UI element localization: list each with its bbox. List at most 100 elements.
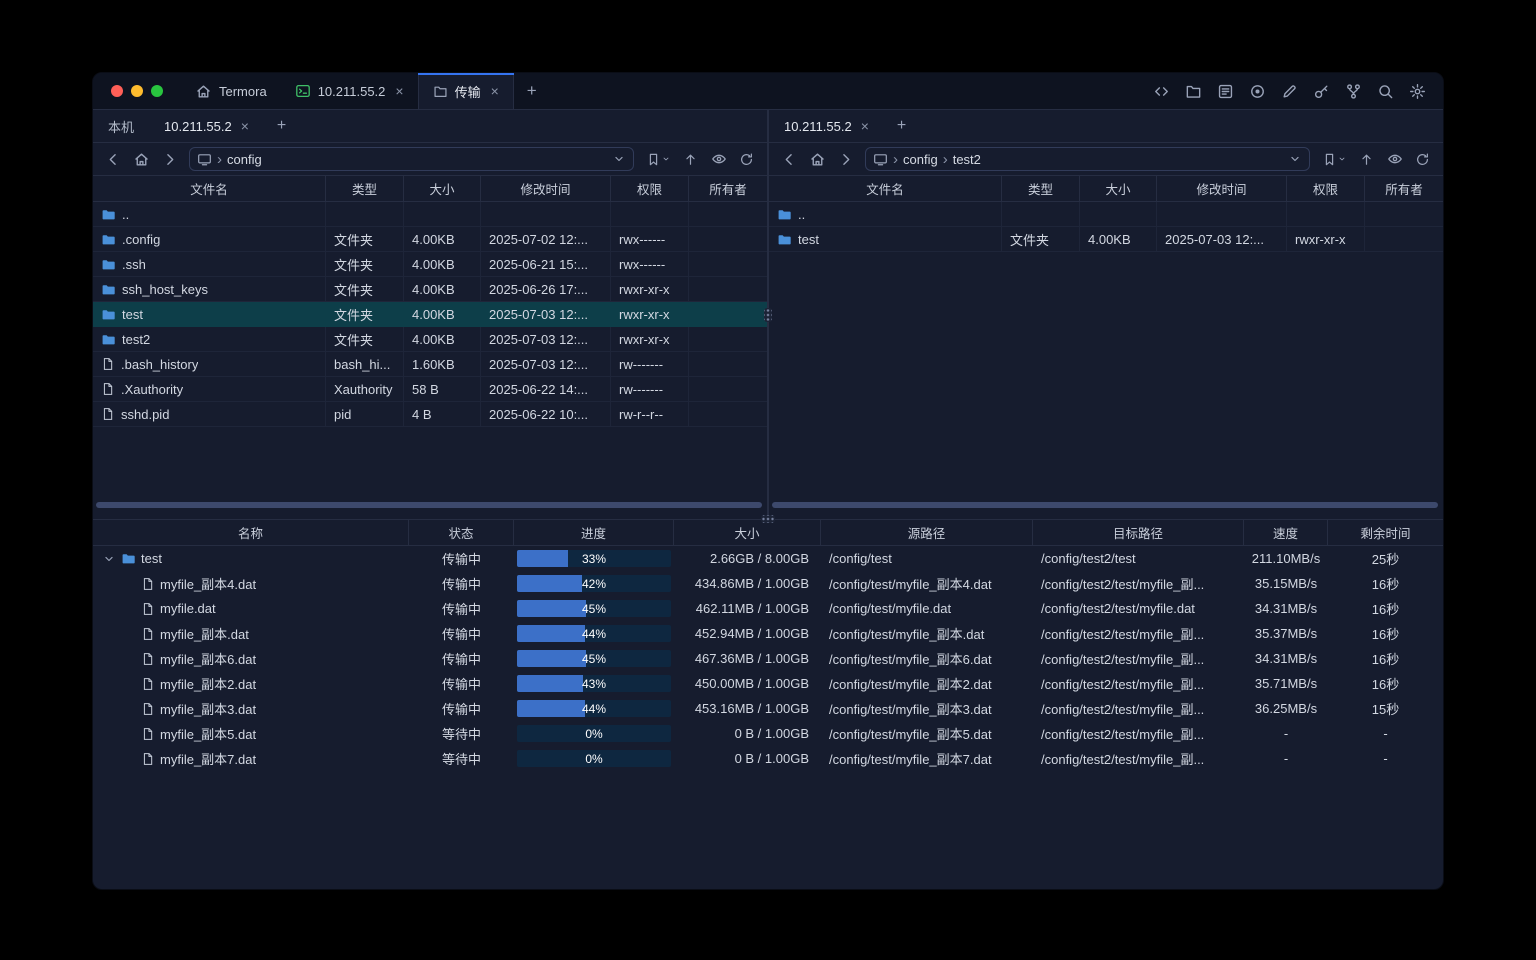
- transfer-row[interactable]: test传输中33%2.66GB / 8.00GB/config/test/co…: [93, 546, 1443, 571]
- close-tab-icon[interactable]: ×: [861, 119, 869, 133]
- column-header[interactable]: 大小: [404, 176, 481, 201]
- file-row[interactable]: test文件夹4.00KB2025-07-03 12:...rwxr-xr-x: [93, 302, 767, 327]
- file-row[interactable]: .bash_historybash_hi...1.60KB2025-07-03 …: [93, 352, 767, 377]
- column-header[interactable]: 进度: [514, 520, 674, 545]
- file-size: 4.00KB: [1080, 227, 1157, 252]
- code-icon[interactable]: [1150, 80, 1173, 103]
- splitter-grip-icon[interactable]: [764, 308, 772, 322]
- crumb-segment[interactable]: config: [227, 152, 262, 167]
- file-row[interactable]: sshd.pidpid4 B2025-06-22 10:...rw-r--r--: [93, 402, 767, 427]
- minimize-window-button[interactable]: [131, 85, 143, 97]
- refresh-icon[interactable]: [735, 148, 758, 171]
- forward-icon[interactable]: [834, 148, 857, 171]
- back-icon[interactable]: [102, 148, 125, 171]
- record-icon[interactable]: [1246, 80, 1269, 103]
- chevron-down-icon[interactable]: [101, 552, 116, 566]
- close-tab-icon[interactable]: ×: [395, 84, 403, 98]
- column-header[interactable]: 源路径: [821, 520, 1033, 545]
- show-hidden-icon[interactable]: [1383, 148, 1406, 171]
- transfer-row[interactable]: myfile_副本7.dat等待中0%0 B / 1.00GB/config/t…: [93, 746, 1443, 771]
- crumb-segment[interactable]: test2: [953, 152, 981, 167]
- column-header[interactable]: 大小: [1080, 176, 1157, 201]
- column-header[interactable]: 权限: [1287, 176, 1365, 201]
- file-row[interactable]: .config文件夹4.00KB2025-07-02 12:...rwx----…: [93, 227, 767, 252]
- home-icon[interactable]: [130, 148, 153, 171]
- file-size: 58 B: [404, 377, 481, 402]
- column-header[interactable]: 所有者: [1365, 176, 1443, 201]
- upload-icon[interactable]: [679, 148, 702, 171]
- window-tab-Termora[interactable]: Termora: [181, 73, 281, 109]
- column-header[interactable]: 文件名: [769, 176, 1002, 201]
- transfer-target: /config/test2/test/myfile_副...: [1033, 671, 1244, 696]
- file-type: 文件夹: [326, 302, 404, 327]
- bookmark-button[interactable]: [1318, 148, 1350, 171]
- upload-icon[interactable]: [1355, 148, 1378, 171]
- path-breadcrumb[interactable]: ›config›test2: [865, 147, 1310, 171]
- search-icon[interactable]: [1374, 80, 1397, 103]
- panel-tab-10.211.55.2[interactable]: 10.211.55.2×: [769, 110, 884, 142]
- show-hidden-icon[interactable]: [707, 148, 730, 171]
- branch-icon[interactable]: [1342, 80, 1365, 103]
- window-tab-10.211.55.2[interactable]: 10.211.55.2×: [281, 73, 418, 109]
- window-tab-传输[interactable]: 传输×: [418, 73, 514, 109]
- column-header[interactable]: 名称: [93, 520, 409, 545]
- file-row[interactable]: ..: [93, 202, 767, 227]
- transfer-eta: 16秒: [1328, 671, 1443, 696]
- file-row[interactable]: test文件夹4.00KB2025-07-03 12:...rwxr-xr-x: [769, 227, 1443, 252]
- key-icon[interactable]: [1310, 80, 1333, 103]
- column-header[interactable]: 剩余时间: [1328, 520, 1443, 545]
- new-tab-button[interactable]: +: [514, 73, 550, 109]
- file-icon: [141, 677, 155, 691]
- bookmark-button[interactable]: [642, 148, 674, 171]
- transfer-row[interactable]: myfile_副本4.dat传输中42%434.86MB / 1.00GB/co…: [93, 571, 1443, 596]
- transfer-size: 462.11MB / 1.00GB: [674, 596, 821, 621]
- settings-icon[interactable]: [1406, 80, 1429, 103]
- forward-icon[interactable]: [158, 148, 181, 171]
- column-header[interactable]: 修改时间: [1157, 176, 1287, 201]
- refresh-icon[interactable]: [1411, 148, 1434, 171]
- home-icon[interactable]: [806, 148, 829, 171]
- log-icon[interactable]: [1214, 80, 1237, 103]
- column-header[interactable]: 文件名: [93, 176, 326, 201]
- column-header[interactable]: 权限: [611, 176, 689, 201]
- file-row[interactable]: ssh_host_keys文件夹4.00KB2025-06-26 17:...r…: [93, 277, 767, 302]
- close-window-button[interactable]: [111, 85, 123, 97]
- transfer-row[interactable]: myfile_副本2.dat传输中43%450.00MB / 1.00GB/co…: [93, 671, 1443, 696]
- transfer-row[interactable]: myfile.dat传输中45%462.11MB / 1.00GB/config…: [93, 596, 1443, 621]
- chevron-down-icon[interactable]: [612, 152, 626, 166]
- back-icon[interactable]: [778, 148, 801, 171]
- panel-tab-本机[interactable]: 本机: [93, 110, 149, 142]
- column-header[interactable]: 类型: [1002, 176, 1080, 201]
- splitter-grip-icon[interactable]: [761, 515, 775, 523]
- new-tab-button[interactable]: +: [884, 110, 919, 142]
- file-icon: [101, 357, 115, 371]
- panel-tab-10.211.55.2[interactable]: 10.211.55.2×: [149, 110, 264, 142]
- zoom-window-button[interactable]: [151, 85, 163, 97]
- close-tab-icon[interactable]: ×: [241, 119, 249, 133]
- transfer-source: /config/test/myfile_副本2.dat: [821, 671, 1033, 696]
- column-header[interactable]: 大小: [674, 520, 821, 545]
- column-header[interactable]: 状态: [409, 520, 514, 545]
- column-header[interactable]: 修改时间: [481, 176, 611, 201]
- new-tab-button[interactable]: +: [264, 110, 299, 142]
- file-row[interactable]: .ssh文件夹4.00KB2025-06-21 15:...rwx------: [93, 252, 767, 277]
- close-tab-icon[interactable]: ×: [491, 84, 499, 98]
- edit-icon[interactable]: [1278, 80, 1301, 103]
- column-header[interactable]: 目标路径: [1033, 520, 1244, 545]
- file-row[interactable]: ..: [769, 202, 1443, 227]
- horizontal-scrollbar[interactable]: [772, 502, 1438, 508]
- file-row[interactable]: .XauthorityXauthority58 B2025-06-22 14:.…: [93, 377, 767, 402]
- folder-icon[interactable]: [1182, 80, 1205, 103]
- column-header[interactable]: 类型: [326, 176, 404, 201]
- transfer-row[interactable]: myfile_副本5.dat等待中0%0 B / 1.00GB/config/t…: [93, 721, 1443, 746]
- path-breadcrumb[interactable]: ›config: [189, 147, 634, 171]
- transfer-row[interactable]: myfile_副本.dat传输中44%452.94MB / 1.00GB/con…: [93, 621, 1443, 646]
- transfer-row[interactable]: myfile_副本3.dat传输中44%453.16MB / 1.00GB/co…: [93, 696, 1443, 721]
- transfer-row[interactable]: myfile_副本6.dat传输中45%467.36MB / 1.00GB/co…: [93, 646, 1443, 671]
- crumb-segment[interactable]: config: [903, 152, 938, 167]
- column-header[interactable]: 所有者: [689, 176, 767, 201]
- horizontal-scrollbar[interactable]: [96, 502, 762, 508]
- file-row[interactable]: test2文件夹4.00KB2025-07-03 12:...rwxr-xr-x: [93, 327, 767, 352]
- chevron-down-icon[interactable]: [1288, 152, 1302, 166]
- column-header[interactable]: 速度: [1244, 520, 1328, 545]
